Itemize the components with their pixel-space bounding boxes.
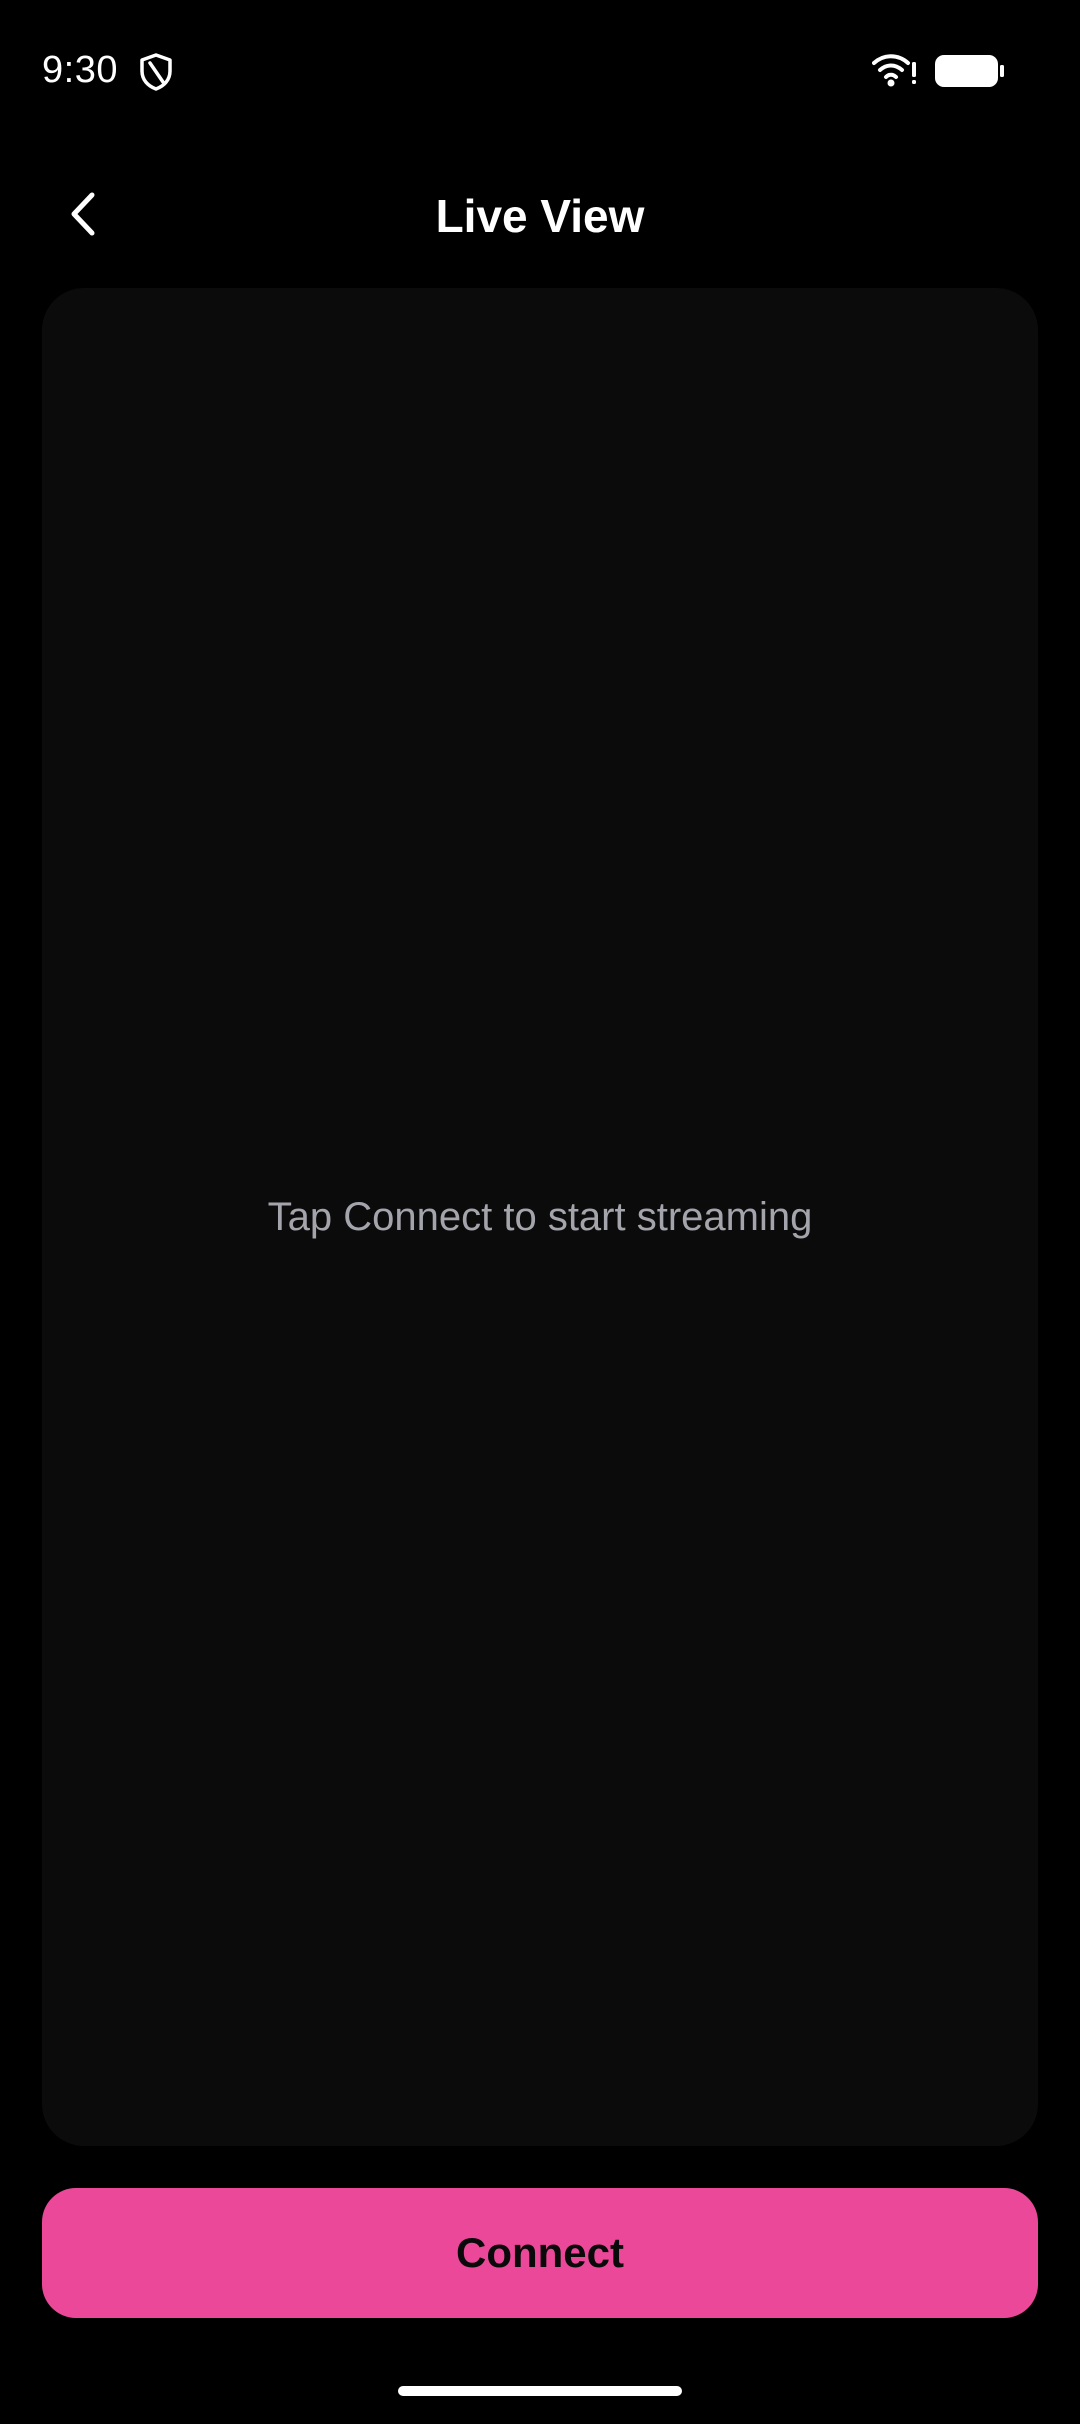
battery-icon xyxy=(934,54,1006,88)
stream-placeholder-text: Tap Connect to start streaming xyxy=(267,1195,813,1239)
connect-button[interactable]: Connect xyxy=(42,2188,1038,2318)
shield-icon xyxy=(138,52,174,92)
status-bar: 9:30 xyxy=(0,0,1080,140)
status-time: 9:30 xyxy=(42,49,118,91)
wifi-alert-icon xyxy=(872,52,918,88)
home-indicator[interactable] xyxy=(398,2386,682,2396)
top-app-bar: Live View xyxy=(0,160,1080,270)
stream-preview-panel: Tap Connect to start streaming xyxy=(42,288,1038,2146)
page-title: Live View xyxy=(435,190,645,242)
